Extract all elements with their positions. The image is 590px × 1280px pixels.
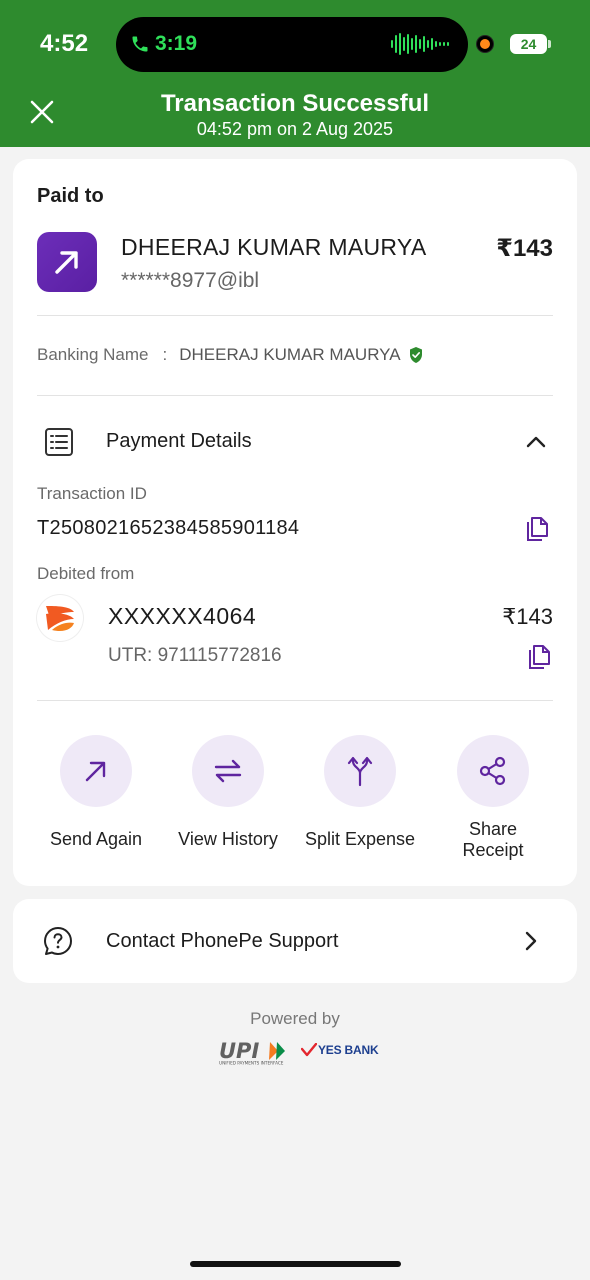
payee-name: DHEERAJ KUMAR MAURYA (121, 234, 427, 260)
send-again-circle (60, 735, 132, 807)
help-chat-icon (44, 927, 72, 955)
arrow-up-right-icon (55, 251, 78, 274)
split-expense-label: Split Expense (304, 829, 416, 849)
transaction-timestamp: 04:52 pm on 2 Aug 2025 (196, 119, 394, 139)
banking-name-label: Banking Name (37, 345, 149, 364)
payment-details-toggle[interactable]: Payment Details (106, 430, 252, 453)
view-history-button[interactable]: View History (162, 735, 294, 850)
contact-support-row[interactable]: Contact PhonePe Support (13, 899, 577, 983)
svg-text:UPI: UPI (219, 1039, 259, 1063)
banking-name-row: Banking Name : DHEERAJ KUMAR MAURYA (37, 345, 423, 365)
powered-by-label: Powered by (250, 1009, 340, 1028)
status-time: 4:52 (40, 30, 89, 57)
share-receipt-circle (457, 735, 529, 807)
split-expense-circle (324, 735, 396, 807)
battery-nub (548, 40, 551, 48)
banking-name-value: DHEERAJ KUMAR MAURYA (179, 345, 401, 364)
dynamic-island[interactable]: 3:19 (116, 17, 468, 72)
debited-amount: ₹143 (502, 604, 553, 629)
battery-indicator: 24 (510, 34, 547, 54)
home-indicator[interactable] (190, 1261, 401, 1267)
divider (37, 315, 553, 316)
chevron-right-icon (525, 931, 537, 951)
audio-wave-icon (391, 33, 449, 55)
call-timer: 3:19 (155, 32, 198, 55)
arrow-up-right-icon (85, 761, 106, 782)
send-again-label: Send Again (49, 829, 143, 849)
split-icon (347, 756, 373, 787)
upi-tagline: UNIFIED PAYMENTS INTERFACE (219, 1061, 284, 1066)
upi-logo: UPI UNIFIED PAYMENTS INTERFACE (219, 1039, 285, 1066)
debited-from-label: Debited from (37, 564, 135, 583)
divider (37, 395, 553, 396)
page-title: Transaction Successful (160, 90, 430, 117)
view-history-circle (192, 735, 264, 807)
chevron-up-icon[interactable] (525, 431, 547, 453)
verified-shield-icon (409, 347, 422, 363)
receipt-list-icon (45, 428, 73, 456)
utr-number: UTR: 971115772816 (108, 645, 282, 666)
view-history-label: View History (178, 829, 278, 849)
yes-bank-label: YES BANK (318, 1043, 379, 1057)
share-icon (479, 756, 506, 786)
transaction-card: Paid to DHEERAJ KUMAR MAURYA ******8977@… (13, 159, 577, 886)
privacy-indicator-dot (477, 36, 493, 52)
header-bar: 4:52 3:19 24 Transaction Successful 04:5… (0, 0, 590, 147)
paid-to-label: Paid to (37, 185, 104, 207)
copy-icon[interactable] (529, 645, 551, 669)
contact-support-label: Contact PhonePe Support (106, 930, 339, 952)
send-again-button[interactable]: Send Again (30, 735, 162, 850)
action-row: Send Again View History Split Expense Sh… (13, 735, 577, 875)
banking-name-separator: : (162, 345, 168, 364)
transaction-id-value: T2508021652384585901184 (37, 517, 300, 539)
payee-upi-id: ******8977@ibl (121, 269, 260, 292)
share-receipt-label: Share Receipt (462, 819, 524, 860)
copy-icon[interactable] (527, 517, 549, 541)
paid-amount: ₹143 (496, 235, 553, 262)
transaction-id-label: Transaction ID (37, 484, 147, 503)
split-expense-button[interactable]: Split Expense (294, 735, 426, 850)
bank-of-baroda-logo (37, 595, 83, 641)
swap-arrows-icon (214, 759, 242, 783)
yes-bank-logo: YES BANK (301, 1043, 379, 1057)
yes-bank-tick-icon (301, 1043, 317, 1057)
payee-avatar (37, 232, 97, 292)
share-receipt-button[interactable]: Share Receipt (427, 735, 559, 861)
bank-logo-icon (46, 606, 74, 632)
phone-icon (132, 36, 148, 52)
divider (37, 700, 553, 701)
debit-account-number: XXXXXX4064 (108, 603, 257, 629)
